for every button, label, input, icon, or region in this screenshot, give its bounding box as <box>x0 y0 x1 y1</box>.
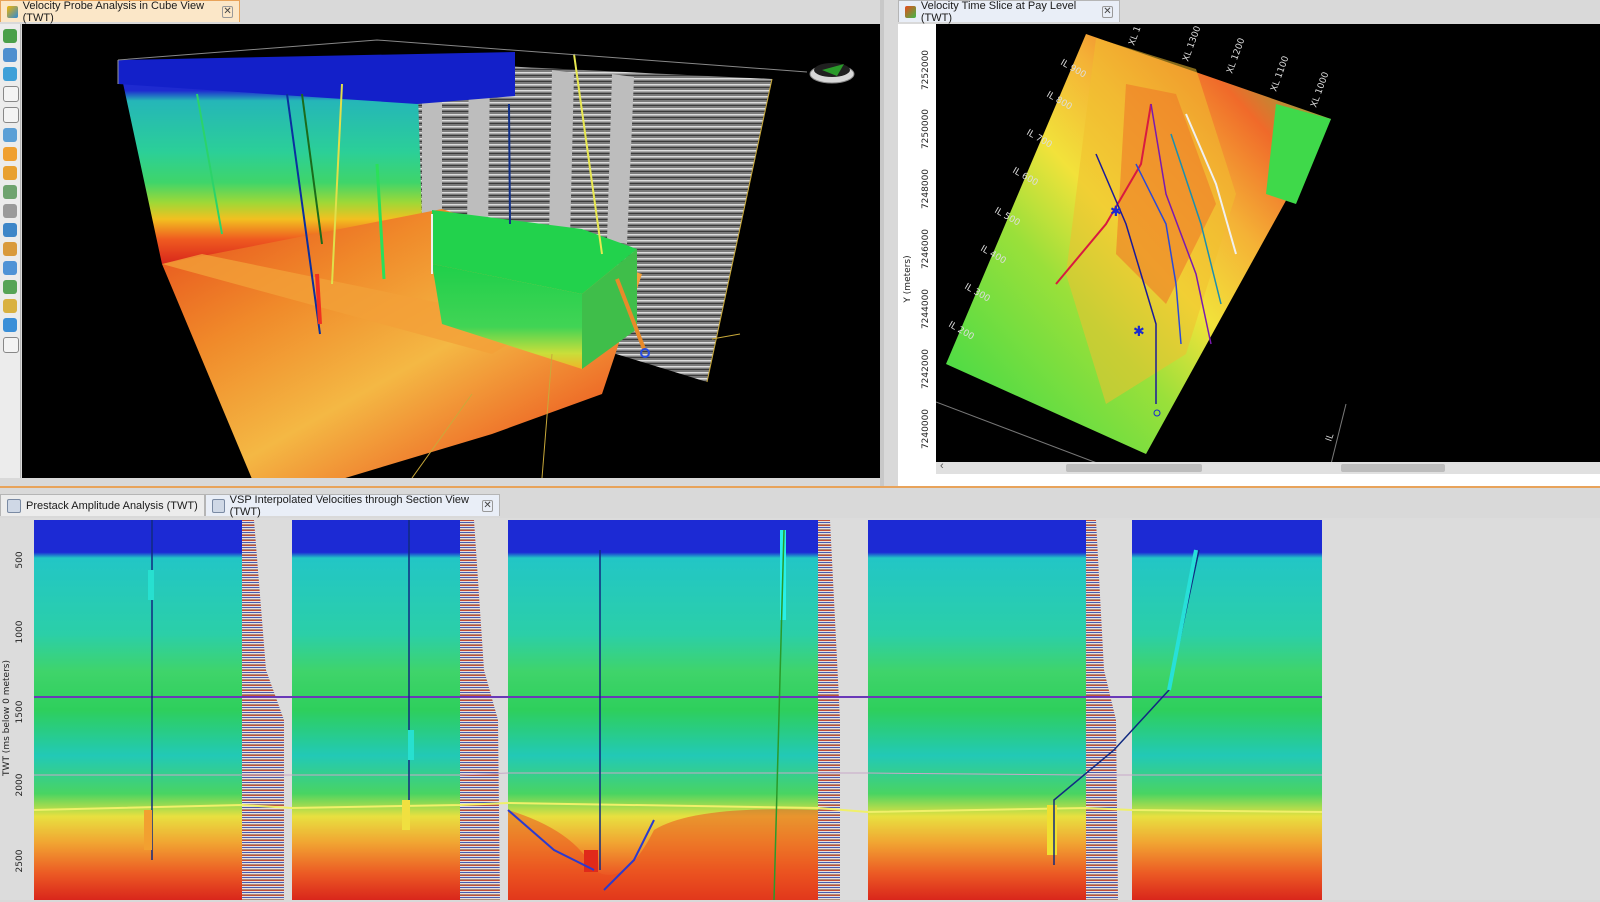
cube-3d-scene <box>117 39 855 478</box>
map-xl-label: XL 1100 <box>1269 55 1291 93</box>
scatter-icon[interactable] <box>3 185 17 199</box>
map-viewport[interactable]: ✱ ✱ XL 1 XL 1300 XL 1200 XL 1100 XL 1000… <box>936 24 1600 474</box>
layers-icon[interactable] <box>3 242 17 256</box>
section-y-axis: TWT (ms below 0 meters) 500 1000 1500 20… <box>2 551 25 872</box>
tab-label: Prestack Amplitude Analysis (TWT) <box>26 499 198 512</box>
map-panel: Y (meters) 7252000 7250000 7248000 72460… <box>898 24 1600 486</box>
scroll-left-icon[interactable]: ‹ <box>940 460 944 472</box>
tab-prestack-amplitude[interactable]: Prestack Amplitude Analysis (TWT) <box>0 494 205 516</box>
map-xl-label: XL 1 <box>1127 25 1143 47</box>
map-edge-label: IL <box>1324 432 1336 443</box>
pen-icon[interactable] <box>3 128 17 142</box>
tab-label: Velocity Probe Analysis in Cube View (TW… <box>22 0 205 24</box>
map-xl-label: XL 1300 <box>1181 25 1203 63</box>
cube-3d-viewport[interactable] <box>22 24 880 478</box>
map-view-icon <box>905 5 916 18</box>
map-ytick: 7244000 <box>921 289 931 329</box>
scroll-thumb[interactable] <box>1341 464 1445 472</box>
tab-label: VSP Interpolated Velocities through Sect… <box>229 493 469 518</box>
cube-view-icon <box>7 5 18 18</box>
section-ytick: 2500 <box>15 849 25 872</box>
map-ytick: 7240000 <box>921 409 931 449</box>
panel-splitter-horizontal[interactable] <box>0 486 1600 488</box>
well-icon[interactable] <box>3 204 17 218</box>
map-ytick: 7252000 <box>921 50 931 90</box>
map-y-axis: Y (meters) 7252000 7250000 7248000 72460… <box>903 50 931 449</box>
section-ytick: 1500 <box>15 700 25 723</box>
close-icon[interactable]: ✕ <box>482 499 493 512</box>
pointer-icon[interactable] <box>3 86 19 102</box>
grid-tool-icon[interactable] <box>3 48 17 62</box>
measure-icon[interactable] <box>3 337 19 353</box>
chart-icon <box>7 498 21 513</box>
close-icon[interactable]: ✕ <box>1101 5 1113 18</box>
tab-vsp-interpolated[interactable]: VSP Interpolated Velocities through Sect… <box>205 493 500 518</box>
map-ytick: 7248000 <box>921 169 931 209</box>
map-ytick: 7246000 <box>921 229 931 269</box>
panel-splitter[interactable] <box>880 0 884 486</box>
section-ylabel: TWT (ms below 0 meters) <box>2 660 12 777</box>
home-icon[interactable] <box>3 261 17 275</box>
svg-text:✱: ✱ <box>1133 324 1145 340</box>
map-xl-label: XL 1200 <box>1225 37 1247 75</box>
section-ytick: 500 <box>15 551 25 568</box>
box-icon[interactable] <box>3 166 17 180</box>
section-view-icon <box>212 498 225 513</box>
svg-text:✱: ✱ <box>1110 204 1122 220</box>
select-tool-icon[interactable] <box>3 29 17 43</box>
map-ytick: 7250000 <box>921 109 931 149</box>
tab-velocity-probe-cube[interactable]: Velocity Probe Analysis in Cube View (TW… <box>0 0 240 24</box>
time-slice-map: ✱ ✱ XL 1 XL 1300 XL 1200 XL 1100 XL 1000… <box>936 25 1347 474</box>
map-horizontal-scrollbar[interactable]: ‹ <box>936 460 1600 474</box>
vertical-toolbar <box>0 24 21 478</box>
map-ylabel: Y (meters) <box>903 255 913 303</box>
tab-label: Velocity Time Slice at Pay Level (TWT) <box>920 0 1077 24</box>
tab-velocity-time-slice[interactable]: Velocity Time Slice at Pay Level (TWT) ✕ <box>898 0 1120 24</box>
hand-icon[interactable] <box>3 107 19 123</box>
probe-icon[interactable] <box>3 147 17 161</box>
velocity-section-canvas[interactable] <box>34 520 1352 902</box>
section-ytick: 2000 <box>15 773 25 796</box>
scroll-thumb[interactable] <box>1066 464 1202 472</box>
close-icon[interactable]: ✕ <box>222 5 234 18</box>
section-ytick: 1000 <box>15 620 25 643</box>
cube-icon[interactable] <box>3 223 17 237</box>
edit-icon[interactable] <box>3 299 17 313</box>
rotate-tool-icon[interactable] <box>3 67 17 81</box>
map-ytick: 7242000 <box>921 349 931 389</box>
section-panel: TWT (ms below 0 meters) 500 1000 1500 20… <box>0 518 1600 902</box>
map-xl-label: XL 1000 <box>1309 71 1331 109</box>
house-icon[interactable] <box>3 280 17 294</box>
frame-icon[interactable] <box>3 318 17 332</box>
